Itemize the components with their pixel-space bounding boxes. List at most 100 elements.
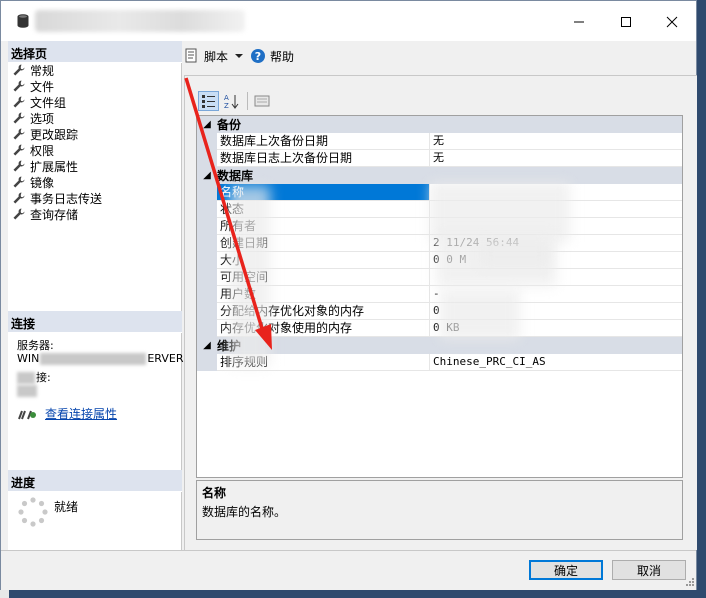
wrench-icon xyxy=(13,80,25,92)
connection-user-value xyxy=(17,385,190,400)
property-row[interactable]: 可用空间 xyxy=(197,269,682,286)
property-pages-button[interactable] xyxy=(251,91,272,111)
page-item[interactable]: 常规 xyxy=(12,62,102,78)
title-bar xyxy=(1,1,696,41)
page-item-label: 常规 xyxy=(30,63,55,78)
ok-button[interactable]: 确定 xyxy=(529,560,603,580)
property-value[interactable]: - xyxy=(430,286,682,303)
property-value[interactable]: Chinese_PRC_CI_AS xyxy=(430,354,682,371)
wrench-icon xyxy=(13,208,25,220)
row-gutter xyxy=(197,235,217,252)
page-item[interactable]: 选项 xyxy=(12,110,102,126)
chevron-down-icon xyxy=(235,54,244,58)
resize-grip-icon[interactable] xyxy=(685,577,695,587)
connection-label-redacted xyxy=(17,371,35,384)
categorized-view-button[interactable] xyxy=(198,91,219,111)
row-gutter xyxy=(197,303,217,320)
category-row[interactable]: ◢ 数据库 xyxy=(197,167,682,184)
page-item[interactable]: 镜像 xyxy=(12,174,102,190)
page-item-label: 事务日志传送 xyxy=(30,191,103,206)
script-button[interactable]: 脚本 xyxy=(184,48,228,65)
toolbar-divider xyxy=(247,92,248,110)
property-row[interactable]: 创建日期 2 11/24 56:44 xyxy=(197,235,682,252)
collapse-icon[interactable]: ◢ xyxy=(197,340,217,351)
property-name: 内存优化对象使用的内存 xyxy=(217,320,430,337)
property-name: 排序规则 xyxy=(217,354,430,371)
property-row[interactable]: 状态 xyxy=(197,201,682,218)
category-label: 数据库 xyxy=(217,169,254,183)
database-properties-dialog: 选择页 常规 文件 文件组 选项 更改跟踪 权限 扩展属性 镜像 事务日志传送 查询存储 连接 服… xyxy=(0,0,697,590)
page-item[interactable]: 文件 xyxy=(12,78,102,94)
wrench-icon xyxy=(13,112,25,124)
minimize-button[interactable] xyxy=(556,7,602,37)
categorized-icon xyxy=(201,95,215,108)
page-item-label: 文件 xyxy=(30,79,55,94)
view-connection-properties-link[interactable]: 查看连接属性 xyxy=(17,405,117,422)
property-row[interactable]: 排序规则 Chinese_PRC_CI_AS xyxy=(197,354,682,371)
collapse-icon[interactable]: ◢ xyxy=(197,119,217,130)
property-value[interactable] xyxy=(430,184,682,201)
description-text: 数据库的名称。 xyxy=(202,505,287,519)
left-panel: 选择页 常规 文件 文件组 选项 更改跟踪 权限 扩展属性 镜像 事务日志传送 查询存储 连接 服… xyxy=(8,41,190,550)
collapse-icon[interactable]: ◢ xyxy=(197,170,217,181)
property-value[interactable] xyxy=(430,201,682,218)
page-item[interactable]: 查询存储 xyxy=(12,206,102,222)
row-gutter xyxy=(197,218,217,235)
page-item-label: 镜像 xyxy=(30,175,55,190)
page-item-label: 选项 xyxy=(30,111,55,126)
category-label: 维护 xyxy=(217,339,242,353)
category-row[interactable]: ◢ 维护 xyxy=(197,337,682,354)
help-button[interactable]: ? 帮助 xyxy=(250,48,294,65)
page-item[interactable]: 权限 xyxy=(12,142,102,158)
svg-text:?: ? xyxy=(255,50,261,63)
connection-header: 连接 xyxy=(8,311,182,333)
page-item[interactable]: 文件组 xyxy=(12,94,102,110)
page-item-label: 扩展属性 xyxy=(30,159,79,174)
property-value[interactable]: 2 11/24 56:44 xyxy=(430,235,682,252)
svg-text:A: A xyxy=(224,94,229,102)
property-value[interactable]: 0 0 M xyxy=(430,252,682,269)
property-row[interactable]: 数据库上次备份日期无 xyxy=(197,133,682,150)
property-row[interactable]: 用户数 - xyxy=(197,286,682,303)
page-item[interactable]: 事务日志传送 xyxy=(12,190,102,206)
property-row[interactable]: 所有者 xyxy=(197,218,682,235)
connection-info: 服务器: WIN ERVER2 接: xyxy=(17,339,190,400)
description-title: 名称 xyxy=(202,486,227,500)
view-connection-properties-label: 查看连接属性 xyxy=(45,407,118,421)
property-value[interactable]: 无 xyxy=(430,150,682,167)
row-gutter xyxy=(197,184,217,201)
property-row[interactable]: 数据库日志上次备份日期无 xyxy=(197,150,682,167)
description-panel: 名称 数据库的名称。 xyxy=(196,480,683,540)
help-icon: ? xyxy=(251,49,266,63)
alphabetical-view-button[interactable]: A Z xyxy=(221,91,242,111)
property-row[interactable]: 分配给内存优化对象的内存 0 xyxy=(197,303,682,320)
svg-text:Z: Z xyxy=(224,102,229,109)
cancel-button[interactable]: 取消 xyxy=(612,560,686,580)
property-name: 名称 xyxy=(217,184,430,201)
close-button[interactable] xyxy=(649,7,695,37)
page-item-label: 更改跟踪 xyxy=(30,127,79,142)
user-name-redacted xyxy=(17,385,37,397)
wrench-icon xyxy=(13,176,25,188)
property-grid: ◢ 备份 数据库上次备份日期无数据库日志上次备份日期无 ◢ 数据库 名称 状态 所有者 创建日期… xyxy=(196,115,683,478)
server-value-prefix: WIN xyxy=(17,352,40,365)
server-value: WIN ERVER2 xyxy=(17,352,190,365)
row-gutter xyxy=(197,269,217,286)
category-row[interactable]: ◢ 备份 xyxy=(197,116,682,133)
property-value[interactable] xyxy=(430,218,682,235)
property-value[interactable]: 0 KB xyxy=(430,320,682,337)
page-item[interactable]: 扩展属性 xyxy=(12,158,102,174)
server-label: 服务器: xyxy=(17,339,54,352)
script-dropdown-button[interactable] xyxy=(234,51,244,61)
maximize-button[interactable] xyxy=(603,7,649,37)
close-icon xyxy=(666,16,678,28)
row-gutter xyxy=(197,286,217,303)
property-row[interactable]: 大小 0 0 M xyxy=(197,252,682,269)
property-value[interactable]: 无 xyxy=(430,133,682,150)
property-row[interactable]: 内存优化对象使用的内存 0 KB xyxy=(197,320,682,337)
property-row[interactable]: 名称 xyxy=(197,184,682,201)
page-item[interactable]: 更改跟踪 xyxy=(12,126,102,142)
property-value[interactable]: 0 xyxy=(430,303,682,320)
property-value[interactable] xyxy=(430,269,682,286)
page-item-label: 查询存储 xyxy=(30,207,79,222)
